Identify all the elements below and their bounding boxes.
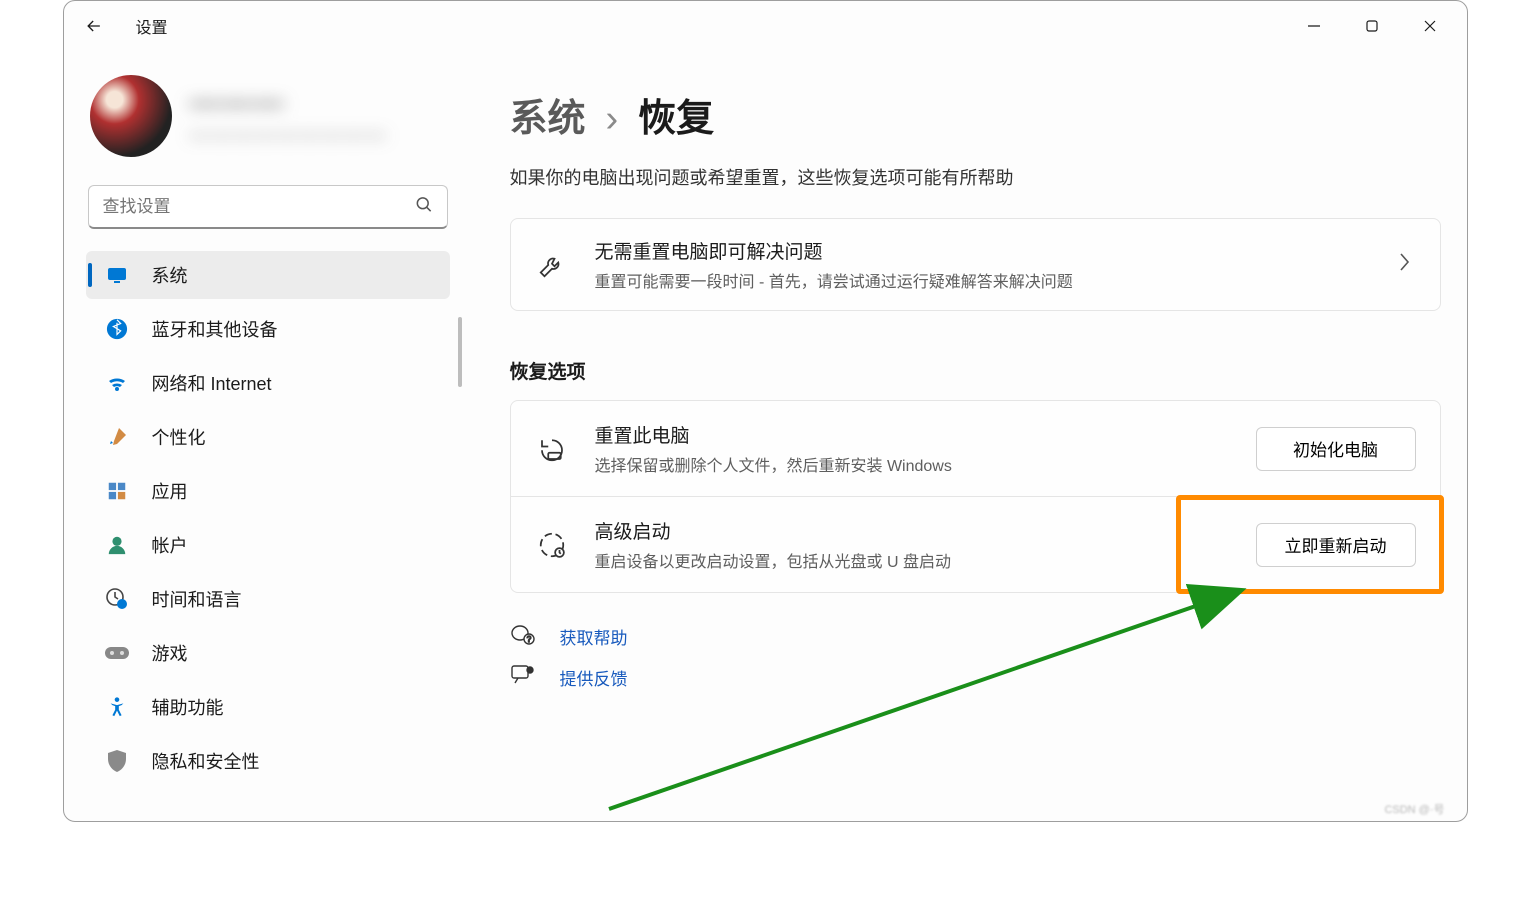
troubleshoot-card[interactable]: 无需重置电脑即可解决问题 重置可能需要一段时间 - 首先，请尝试通过运行疑难解答… (510, 218, 1441, 311)
watermark: CSDN @·号 (1384, 801, 1444, 817)
accessibility-icon (104, 694, 130, 720)
recovery-option-advanced: 高级启动 重启设备以更改启动设置，包括从光盘或 U 盘启动 立即重新启动 (510, 497, 1441, 593)
sidebar-item-label: 隐私和安全性 (152, 748, 436, 774)
wifi-icon (104, 370, 130, 396)
monitor-icon (104, 262, 130, 288)
give-feedback-link[interactable]: 提供反馈 (560, 665, 628, 690)
search-input[interactable] (88, 185, 448, 229)
recovery-option-reset: 重置此电脑 选择保留或删除个人文件，然后重新安装 Windows 初始化电脑 (510, 400, 1441, 497)
card-title: 无需重置电脑即可解决问题 (595, 237, 1366, 264)
avatar (90, 75, 172, 157)
startup-icon (535, 528, 569, 562)
shield-icon (104, 748, 130, 774)
sidebar-item-privacy[interactable]: 隐私和安全性 (86, 737, 450, 785)
breadcrumb: 系统 › 恢复 (510, 87, 1441, 142)
apps-icon (104, 478, 130, 504)
sidebar-item-personalize[interactable]: 个性化 (86, 413, 450, 461)
sidebar-item-label: 网络和 Internet (152, 370, 436, 396)
nav: 系统 蓝牙和其他设备 网络和 Internet (86, 251, 450, 785)
search-wrap (88, 185, 448, 229)
paintbrush-icon (104, 424, 130, 450)
search-icon (414, 195, 434, 220)
clock-globe-icon (104, 586, 130, 612)
sidebar-item-label: 蓝牙和其他设备 (152, 316, 436, 342)
bluetooth-icon (104, 316, 130, 342)
chevron-right-icon (1392, 252, 1416, 277)
sidebar-item-label: 个性化 (152, 424, 436, 450)
recovery-options: 重置此电脑 选择保留或删除个人文件，然后重新安装 Windows 初始化电脑 高… (510, 400, 1441, 593)
person-icon (104, 532, 130, 558)
sidebar-item-bluetooth[interactable]: 蓝牙和其他设备 (86, 305, 450, 353)
recovery-section-title: 恢复选项 (510, 357, 1441, 384)
feedback-icon (510, 664, 536, 691)
app-title: 设置 (136, 14, 168, 38)
titlebar: 设置 (64, 1, 1467, 51)
sidebar-item-label: 辅助功能 (152, 694, 436, 720)
sidebar-item-accessibility[interactable]: 辅助功能 (86, 683, 450, 731)
restart-now-button[interactable]: 立即重新启动 (1256, 523, 1416, 567)
chevron-right-icon: › (606, 98, 619, 141)
back-button[interactable] (72, 4, 116, 48)
help-link-row: ? 获取帮助 (510, 623, 1441, 650)
reset-pc-button[interactable]: 初始化电脑 (1256, 427, 1416, 471)
minimize-button[interactable] (1285, 4, 1343, 48)
sidebar-scrollbar[interactable] (458, 317, 462, 387)
close-button[interactable] (1401, 4, 1459, 48)
sidebar-item-network[interactable]: 网络和 Internet (86, 359, 450, 407)
profile-text: ——— ————————— (190, 86, 388, 147)
option-title: 高级启动 (595, 517, 1230, 544)
sidebar: ——— ————————— 系统 (64, 51, 464, 821)
sidebar-item-label: 时间和语言 (152, 586, 436, 612)
sidebar-item-label: 应用 (152, 478, 436, 504)
option-desc: 选择保留或删除个人文件，然后重新安装 Windows (595, 452, 1230, 476)
sidebar-item-label: 系统 (152, 262, 436, 288)
option-desc: 重启设备以更改启动设置，包括从光盘或 U 盘启动 (595, 548, 1230, 572)
breadcrumb-root[interactable]: 系统 (510, 87, 586, 142)
settings-window: 设置 ——— ————————— (63, 0, 1468, 822)
sidebar-item-label: 帐户 (152, 532, 436, 558)
feedback-link-row: 提供反馈 (510, 664, 1441, 691)
sidebar-item-timelang[interactable]: 时间和语言 (86, 575, 450, 623)
main-content: 系统 › 恢复 如果你的电脑出现问题或希望重置，这些恢复选项可能有所帮助 无需重… (464, 51, 1467, 821)
sidebar-item-accounts[interactable]: 帐户 (86, 521, 450, 569)
sidebar-item-label: 游戏 (152, 640, 436, 666)
card-desc: 重置可能需要一段时间 - 首先，请尝试通过运行疑难解答来解决问题 (595, 268, 1366, 292)
sidebar-item-gaming[interactable]: 游戏 (86, 629, 450, 677)
sidebar-item-apps[interactable]: 应用 (86, 467, 450, 515)
maximize-button[interactable] (1343, 4, 1401, 48)
help-icon: ? (510, 623, 536, 650)
reset-icon (535, 432, 569, 466)
get-help-link[interactable]: 获取帮助 (560, 624, 628, 649)
wrench-icon (535, 248, 569, 282)
sidebar-item-system[interactable]: 系统 (86, 251, 450, 299)
page-title: 恢复 (638, 87, 714, 142)
profile-block[interactable]: ——— ————————— (86, 61, 450, 167)
gamepad-icon (104, 640, 130, 666)
page-subtitle: 如果你的电脑出现问题或希望重置，这些恢复选项可能有所帮助 (510, 164, 1441, 190)
svg-text:?: ? (526, 635, 531, 644)
option-title: 重置此电脑 (595, 421, 1230, 448)
